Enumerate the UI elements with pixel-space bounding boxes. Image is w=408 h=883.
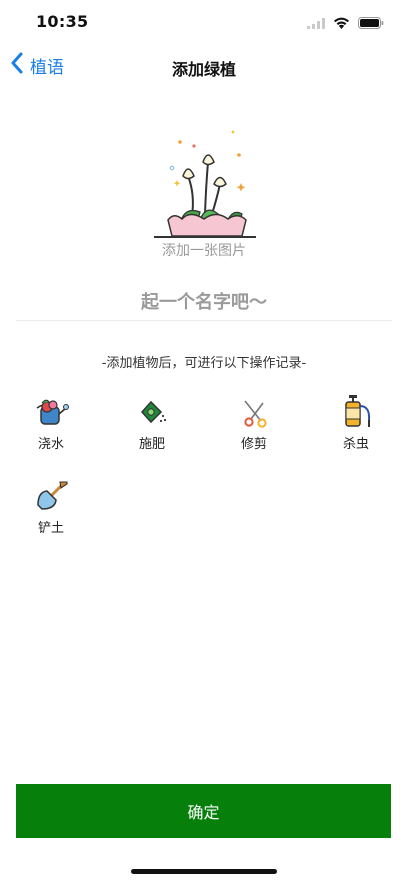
watering-can-icon (33, 394, 69, 430)
battery-icon (358, 14, 384, 33)
operation-pruning[interactable]: 修剪 (224, 394, 284, 452)
home-indicator (131, 869, 277, 874)
operation-label: 杀虫 (342, 437, 369, 452)
operation-soil[interactable]: 铲土 (21, 478, 81, 536)
operation-label: 铲土 (37, 521, 64, 536)
operation-fertilizing[interactable]: 施肥 (122, 394, 182, 452)
plant-illustration-icon (154, 130, 256, 238)
operation-watering[interactable]: 浇水 (21, 394, 81, 452)
status-icons (307, 14, 384, 33)
page-title: 添加绿植 (171, 60, 236, 79)
operation-label: 施肥 (138, 437, 165, 452)
fertilizer-bag-icon (134, 394, 170, 430)
confirm-button[interactable]: 确定 (16, 784, 391, 838)
add-photo-label: 添加一张图片 (162, 243, 246, 259)
shovel-icon (33, 478, 69, 514)
operation-pest-control[interactable]: 杀虫 (326, 394, 386, 452)
plant-name-input[interactable] (16, 284, 392, 321)
wifi-icon (333, 14, 350, 33)
operation-label: 浇水 (37, 437, 64, 452)
operations-hint: -添加植物后，可进行以下操作记录- (101, 356, 307, 371)
status-time: 10:35 (36, 12, 89, 31)
sprayer-icon (338, 394, 374, 430)
operation-label: 修剪 (240, 437, 267, 452)
scissors-icon (236, 394, 272, 430)
cellular-signal-icon (307, 14, 325, 33)
add-photo-button[interactable] (150, 124, 260, 244)
